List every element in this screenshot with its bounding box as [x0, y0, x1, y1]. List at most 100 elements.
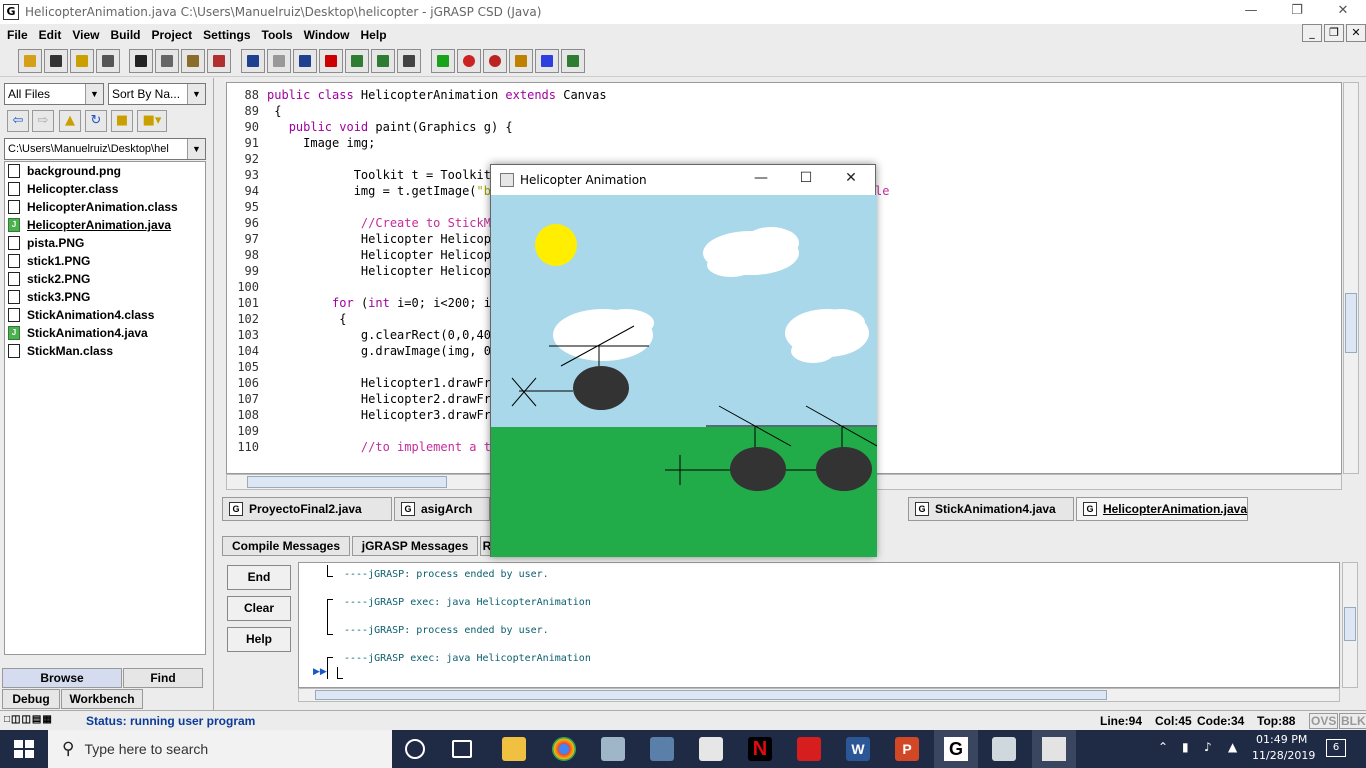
debug-bug-icon[interactable] — [483, 49, 507, 73]
book-icon[interactable] — [397, 49, 421, 73]
tab-helicopteranimation[interactable]: G HelicopterAnimation.java — [1076, 497, 1248, 521]
netflix-icon[interactable]: N — [748, 737, 772, 761]
menu-project[interactable]: Project — [146, 28, 197, 42]
tab-debug[interactable]: Debug — [2, 689, 60, 709]
path-select[interactable]: C:\Users\Manuelruiz\Desktop\hel ▼ — [4, 138, 206, 160]
sort-select[interactable]: Sort By Na... ▼ — [108, 83, 206, 105]
tray-chevron-icon[interactable]: ⌃ — [1158, 740, 1168, 754]
file-list-item[interactable]: pista.PNG — [5, 234, 205, 252]
file-list-item[interactable]: J HelicopterAnimation.java — [5, 216, 205, 234]
layout-icons[interactable]: □◫◫▤▦ — [4, 714, 53, 725]
folder-icon[interactable]: ■ — [111, 110, 133, 132]
tab-browse[interactable]: Browse — [2, 668, 122, 688]
chrome-icon[interactable] — [552, 737, 576, 761]
refresh-icon[interactable]: ↻ — [85, 110, 107, 132]
helicopter-animation-window[interactable]: Helicopter Animation — ☐ ✕ — [490, 164, 878, 557]
save-all-icon[interactable] — [70, 49, 94, 73]
menu-help[interactable]: Help — [356, 28, 392, 42]
file-list-item[interactable]: HelicopterAnimation.class — [5, 198, 205, 216]
run-icon[interactable] — [457, 49, 481, 73]
run-applet-icon[interactable] — [509, 49, 533, 73]
end-button[interactable]: End — [227, 565, 291, 590]
inner-minimize-icon[interactable]: _ — [1302, 24, 1322, 42]
taskbar-search-box[interactable]: ⚲ Type here to search — [48, 730, 392, 768]
tab-find[interactable]: Find — [123, 668, 203, 688]
notification-badge[interactable]: 6 — [1326, 739, 1346, 757]
clear-button[interactable]: Clear — [227, 596, 291, 621]
acrobat-icon[interactable] — [797, 737, 821, 761]
paste-icon[interactable] — [181, 49, 205, 73]
tab-jgrasp-messages[interactable]: jGRASP Messages — [352, 536, 478, 556]
file-list-item[interactable]: stick2.PNG — [5, 270, 205, 288]
menu-build[interactable]: Build — [105, 28, 145, 42]
forward-arrow-icon[interactable]: ⇨ — [32, 110, 54, 132]
file-list-item[interactable]: StickMan.class — [5, 342, 205, 360]
menu-view[interactable]: View — [67, 28, 104, 42]
open-folder-icon[interactable] — [18, 49, 42, 73]
keyboard-app-icon[interactable] — [650, 737, 674, 761]
generate-csd-icon[interactable] — [241, 49, 265, 73]
photos-icon[interactable] — [601, 737, 625, 761]
powerpoint-icon[interactable]: P — [895, 737, 919, 761]
uml-icon[interactable] — [371, 49, 395, 73]
undo-icon[interactable] — [207, 49, 231, 73]
cortana-icon[interactable] — [405, 739, 425, 759]
word-icon[interactable]: W — [846, 737, 870, 761]
volume-icon[interactable]: ♪ — [1204, 740, 1212, 754]
cut-icon[interactable] — [129, 49, 153, 73]
menu-tools[interactable]: Tools — [257, 28, 298, 42]
file-explorer-icon[interactable] — [502, 737, 526, 761]
menu-file[interactable]: File — [2, 28, 33, 42]
copy-icon[interactable] — [155, 49, 179, 73]
inner-close-icon[interactable]: ✕ — [1346, 24, 1366, 42]
clock-date[interactable]: 11/28/2019 — [1252, 749, 1315, 762]
battery-icon[interactable]: ▮ — [1182, 740, 1189, 754]
menu-window[interactable]: Window — [299, 28, 355, 42]
workbench-icon[interactable] — [561, 49, 585, 73]
tab-compile-messages[interactable]: Compile Messages — [222, 536, 350, 556]
close-icon[interactable]: ✕ — [839, 170, 863, 186]
windows-start-icon[interactable] — [14, 740, 34, 758]
tab-asigarch[interactable]: GasigArch — [394, 497, 490, 521]
inner-restore-icon[interactable]: ❐ — [1324, 24, 1344, 42]
network-icon[interactable]: ▲ — [1228, 740, 1237, 754]
console-vertical-scrollbar[interactable] — [1342, 562, 1358, 688]
help-button[interactable]: Help — [227, 627, 291, 652]
task-view-icon[interactable] — [452, 740, 472, 758]
file-list-item[interactable]: stick3.PNG — [5, 288, 205, 306]
line-numbers-icon[interactable] — [293, 49, 317, 73]
remove-csd-icon[interactable] — [267, 49, 291, 73]
tab-workbench[interactable]: Workbench — [61, 689, 143, 709]
breakpoint-icon[interactable] — [319, 49, 343, 73]
maximize-icon[interactable]: ☐ — [794, 170, 818, 186]
file-list-item[interactable]: background.png — [5, 162, 205, 180]
file-list-item[interactable]: StickAnimation4.class — [5, 306, 205, 324]
editor-vertical-scrollbar[interactable] — [1343, 82, 1359, 474]
tab-proyectofinal2[interactable]: G ProyectoFinal2.java — [222, 497, 392, 521]
save-icon[interactable] — [44, 49, 68, 73]
close-icon[interactable]: ✕ — [1320, 0, 1366, 24]
up-folder-icon[interactable]: ▲ — [59, 110, 81, 132]
jgrasp-task-button[interactable]: G — [934, 730, 978, 768]
java-task-button[interactable] — [1032, 730, 1076, 768]
interactions-icon[interactable] — [535, 49, 559, 73]
store-icon[interactable] — [699, 737, 723, 761]
compile-icon[interactable] — [431, 49, 455, 73]
print-icon[interactable] — [96, 49, 120, 73]
tab-stickanimation4[interactable]: G StickAnimation4.java — [908, 497, 1074, 521]
folder-menu-icon[interactable]: ■▾ — [137, 110, 167, 132]
menu-edit[interactable]: Edit — [34, 28, 67, 42]
file-filter-select[interactable]: All Files ▼ — [4, 83, 104, 105]
run-console[interactable]: ----jGRASP: process ended by user. ----j… — [298, 562, 1340, 688]
paint-icon[interactable] — [992, 737, 1016, 761]
back-arrow-icon[interactable]: ⇦ — [7, 110, 29, 132]
file-list-item[interactable]: Helicopter.class — [5, 180, 205, 198]
clock-time[interactable]: 01:49 PM — [1256, 733, 1307, 746]
minimize-icon[interactable]: — — [1228, 0, 1274, 24]
file-list-item[interactable]: J StickAnimation4.java — [5, 324, 205, 342]
restore-icon[interactable]: ❐ — [1274, 0, 1320, 24]
console-horizontal-scrollbar[interactable] — [298, 688, 1340, 702]
menu-settings[interactable]: Settings — [198, 28, 255, 42]
minimize-icon[interactable]: — — [749, 170, 773, 186]
chart-icon[interactable] — [345, 49, 369, 73]
